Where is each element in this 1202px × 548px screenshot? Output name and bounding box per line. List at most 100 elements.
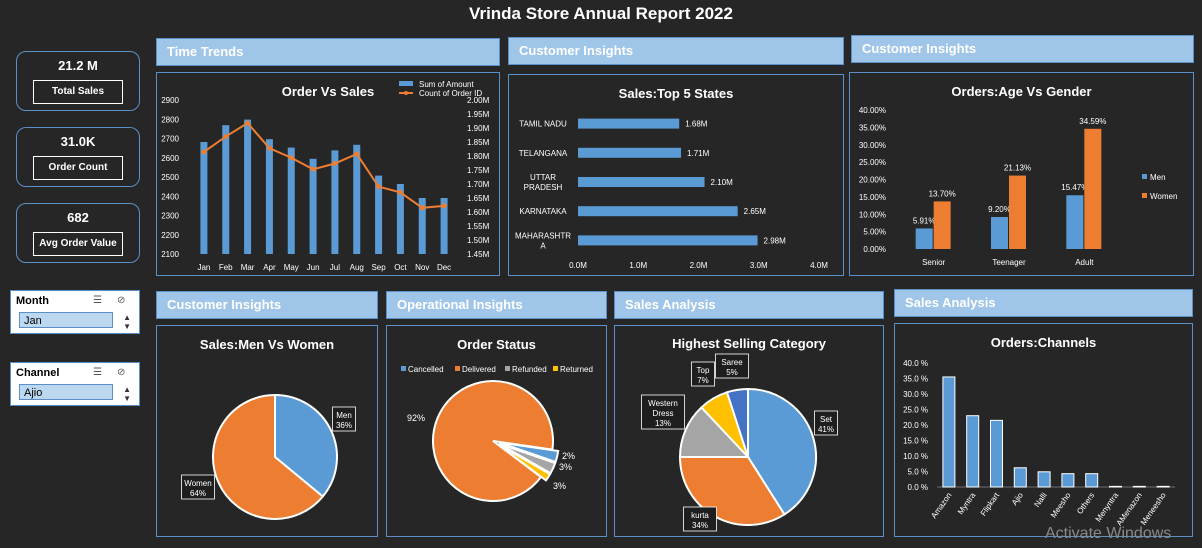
y-right-tick-label: 1.90M — [467, 124, 490, 133]
channel-slicer[interactable]: Channel ☰ ⊘ Ajio ▲ ▼ — [10, 362, 140, 406]
y-tick-label: 20.00% — [859, 176, 886, 185]
y-right-tick-label: 1.55M — [467, 222, 490, 231]
header-time-trends: Time Trends — [156, 38, 500, 66]
scroll-down-icon[interactable]: ▼ — [123, 394, 131, 403]
x-tick-label: Flipkart — [979, 490, 1002, 517]
clear-filter-icon[interactable]: ⊘ — [117, 367, 125, 378]
x-tick-label: 1.0M — [629, 261, 647, 270]
bar — [990, 419, 1003, 488]
bar — [942, 376, 956, 488]
top-states-panel: Sales:Top 5 States 0.0M 1.0M 2.0M 3.0M 4.0M 1… — [508, 74, 844, 276]
data-label: 21.13% — [1004, 164, 1031, 173]
multi-select-icon[interactable]: ☰ — [93, 295, 102, 306]
x-tick-label: Amazon — [929, 491, 953, 520]
bar — [1132, 485, 1146, 488]
header-sales-analysis: Sales Analysis — [894, 289, 1193, 317]
bar — [578, 118, 680, 129]
data-label: Dress — [653, 409, 674, 418]
data-label: Women — [184, 479, 211, 488]
data-label: 13.70% — [929, 189, 956, 198]
y-tick-label: A — [540, 241, 546, 250]
x-tick-label: Mar — [241, 263, 255, 272]
kpi-order-count: 31.0K Order Count — [16, 127, 140, 187]
slicer-item[interactable]: Ajio — [19, 384, 113, 400]
data-label: 1.68M — [685, 120, 708, 129]
line-point — [441, 203, 447, 209]
legend-label: Delivered — [462, 365, 496, 374]
y-tick-label: 10.0 % — [903, 452, 928, 461]
y-tick-label: 15.0 % — [903, 437, 928, 446]
month-slicer[interactable]: Month ☰ ⊘ Jan ▲ ▼ — [10, 290, 140, 334]
x-tick-label: Meesho — [1049, 491, 1073, 520]
x-tick-label: 4.0M — [810, 261, 828, 270]
scroll-down-icon[interactable]: ▼ — [123, 322, 131, 331]
header-customer-insights: Customer Insights — [156, 291, 378, 319]
data-label: 5% — [726, 368, 738, 377]
y-left-tick-label: 2100 — [161, 250, 179, 259]
line-point — [223, 134, 229, 140]
legend-swatch — [553, 366, 558, 371]
x-tick-label: 0.0M — [569, 261, 587, 270]
report-title: Vrinda Store Annual Report 2022 — [469, 4, 733, 23]
x-tick-label: Adult — [1075, 258, 1094, 267]
bar — [915, 228, 933, 249]
y-tick-label: TELANGANA — [519, 149, 568, 158]
y-tick-label: 35.00% — [859, 123, 886, 132]
data-label: Saree — [721, 358, 743, 367]
category-panel: Highest Selling Category Set 41% kurta 34% W… — [614, 325, 884, 537]
clear-filter-icon[interactable]: ⊘ — [117, 295, 125, 306]
scroll-up-icon[interactable]: ▲ — [123, 385, 131, 394]
x-tick-label: Aug — [350, 263, 364, 272]
order-status-chart: Cancelled Delivered Refunded Returned92%2%3… — [401, 365, 593, 502]
men-women-panel: Sales:Men Vs Women Men 36% Women 64% — [156, 325, 378, 537]
bar — [265, 139, 273, 254]
age-gender-panel: Orders:Age Vs Gender 0.00% 5.00% 10.00% 15.… — [849, 72, 1194, 276]
data-label: kurta — [691, 511, 709, 520]
y-right-tick-label: 1.65M — [467, 194, 490, 203]
x-tick-label: Myntra — [956, 491, 978, 517]
x-tick-label: Jul — [330, 263, 340, 272]
bar — [966, 415, 980, 488]
y-left-tick-label: 2200 — [161, 231, 179, 240]
y-tick-label: 40.0 % — [903, 359, 928, 368]
y-left-tick-label: 2300 — [161, 212, 179, 221]
y-tick-label: 35.0 % — [903, 375, 928, 384]
bar — [287, 147, 295, 254]
bar — [578, 147, 682, 158]
y-tick-label: 10.00% — [859, 210, 886, 219]
bar — [309, 158, 317, 254]
y-tick-label: 30.0 % — [903, 390, 928, 399]
slicer-title: Month — [16, 295, 49, 307]
bar — [1156, 485, 1170, 488]
kpi-total-sales: 21.2 M Total Sales — [16, 51, 140, 111]
legend-label: Women — [1150, 192, 1177, 201]
slicer-item[interactable]: Jan — [19, 312, 113, 328]
scroll-up-icon[interactable]: ▲ — [123, 313, 131, 322]
bar — [933, 201, 951, 249]
pie-slice — [432, 380, 554, 502]
x-tick-label: Nalli — [1032, 491, 1048, 509]
bar — [1061, 473, 1075, 488]
y-tick-label: PRADESH — [524, 183, 563, 192]
header-customer-insights: Customer Insights — [508, 37, 844, 65]
legend-swatch — [505, 366, 510, 371]
y-right-tick-label: 1.85M — [467, 138, 490, 147]
multi-select-icon[interactable]: ☰ — [93, 367, 102, 378]
header-sales-analysis: Sales Analysis — [614, 291, 884, 319]
kpi-label: Avg Order Value — [33, 232, 123, 256]
legend-swatch — [399, 81, 413, 86]
y-tick-label: TAMIL NADU — [519, 120, 567, 129]
legend-swatch — [455, 366, 460, 371]
data-label: 9.20% — [988, 205, 1011, 214]
x-tick-label: Others — [1075, 491, 1096, 516]
bar — [222, 125, 230, 254]
x-tick-label: Apr — [263, 263, 276, 272]
line-point — [397, 189, 403, 195]
y-left-tick-label: 2400 — [161, 192, 179, 201]
channels-chart: 0.0 % 5.0 % 10.0 % 15.0 % 20.0 % 25.0 % 30.0 %… — [903, 359, 1175, 527]
y-tick-label: UTTAR — [530, 173, 556, 182]
order-status-panel: Order Status Cancelled Delivered Refunded R… — [386, 325, 607, 537]
data-label: Western — [648, 399, 678, 408]
y-left-tick-label: 2600 — [161, 154, 179, 163]
category-chart: Set41% kurta34% WesternDress13% Top7% Saree5… — [641, 353, 838, 532]
